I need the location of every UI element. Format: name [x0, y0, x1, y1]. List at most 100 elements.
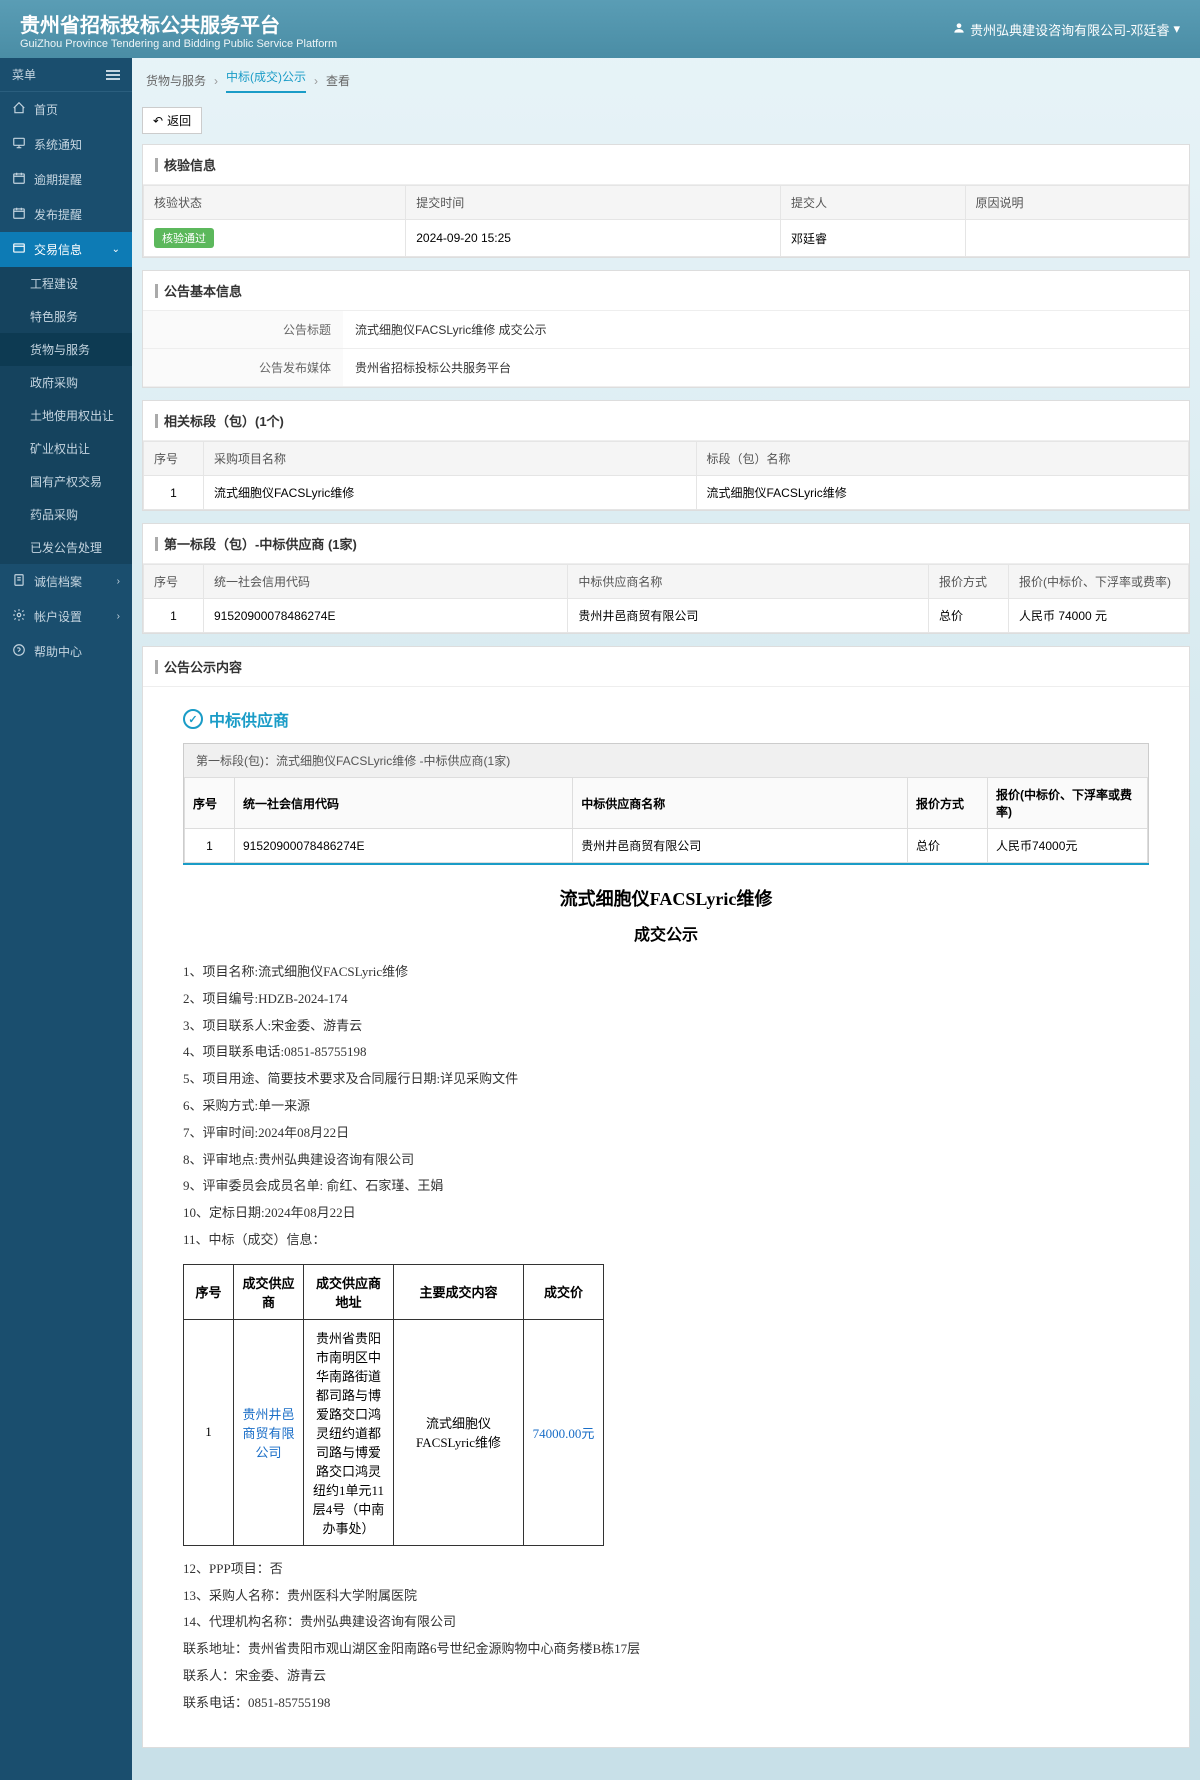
th: 报价(中标价、下浮率或费率) [1009, 565, 1189, 599]
main-content: 货物与服务 › 中标(成交)公示 › 查看 ↶ 返回 核验信息 核验状态 提交时… [132, 58, 1200, 1780]
th: 提交时间 [406, 186, 781, 220]
winner-panel: 第一标段（包）-中标供应商 (1家) 序号 统一社会信用代码 中标供应商名称 报… [142, 523, 1190, 634]
table-row: 核验通过 2024-09-20 15:25 邓廷睿 [144, 220, 1189, 257]
nav-home[interactable]: 首页 [0, 92, 132, 127]
th: 统一社会信用代码 [204, 565, 568, 599]
calendar-icon [12, 206, 26, 223]
sidebar-header: 菜单 [0, 58, 132, 92]
sub-medicine[interactable]: 药品采购 [0, 498, 132, 531]
nav-notifications[interactable]: 系统通知 [0, 127, 132, 162]
cell: 总价 [908, 829, 988, 863]
table-row: 1 流式细胞仪FACSLyric维修 流式细胞仪FACSLyric维修 [144, 476, 1189, 510]
panel-title: 公告基本信息 [164, 281, 242, 300]
list-item: 5、项目用途、简要技术要求及合同履行日期:详见采购文件 [183, 1066, 1149, 1093]
list-item: 4、项目联系电话:0851-85755198 [183, 1039, 1149, 1066]
info-label: 公告发布媒体 [143, 349, 343, 386]
cell: 贵州井邑商贸有限公司 [573, 829, 908, 863]
th: 序号 [144, 442, 204, 476]
list-item: 2、项目编号:HDZB-2024-174 [183, 986, 1149, 1013]
nav-label: 帮助中心 [34, 643, 82, 660]
table-row: 1 贵州井邑商贸有限公司 贵州省贵阳市南明区中华南路街道都司路与博爱路交口鸿灵纽… [184, 1319, 604, 1545]
sub-special[interactable]: 特色服务 [0, 300, 132, 333]
status-badge: 核验通过 [154, 228, 214, 248]
panel-title: 相关标段（包）(1个) [164, 411, 284, 430]
th: 序号 [184, 1264, 234, 1319]
cell-price: 74000.00元 [524, 1319, 604, 1545]
nav-publish[interactable]: 发布提醒 [0, 197, 132, 232]
hamburger-icon[interactable] [106, 70, 120, 80]
th: 原因说明 [965, 186, 1188, 220]
nav-account[interactable]: 帐户设置 › [0, 599, 132, 634]
sub-engineering[interactable]: 工程建设 [0, 267, 132, 300]
cell: 流式细胞仪FACSLyric维修 [696, 476, 1189, 510]
cell: 1 [144, 476, 204, 510]
nav-credit[interactable]: 诚信档案 › [0, 564, 132, 599]
table-row: 1 91520900078486274E 贵州井邑商贸有限公司 总价 人民币74… [185, 829, 1148, 863]
nav-sub-list: 工程建设 特色服务 货物与服务 政府采购 土地使用权出让 矿业权出让 国有产权交… [0, 267, 132, 564]
sub-land[interactable]: 土地使用权出让 [0, 399, 132, 432]
sidebar: 菜单 首页 系统通知 逾期提醒 发布提醒 交易信息 ⌄ 工程建设 特色服务 货物… [0, 58, 132, 1780]
crumb-goods[interactable]: 货物与服务 [146, 72, 206, 89]
supplier-title: ✓ 中标供应商 [183, 707, 1149, 731]
user-menu[interactable]: 贵州弘典建设咨询有限公司-邓廷睿 ▾ [952, 20, 1180, 39]
chevron-right-icon: › [117, 611, 120, 622]
list-item: 8、评审地点:贵州弘典建设咨询有限公司 [183, 1147, 1149, 1174]
info-label: 公告标题 [143, 311, 343, 348]
platform-title: 贵州省招标投标公共服务平台 [20, 9, 337, 38]
back-icon: ↶ [153, 114, 163, 128]
cell: 1 [184, 1319, 234, 1545]
monitor-icon [12, 136, 26, 153]
cell: 人民币74000元 [988, 829, 1148, 863]
sub-state[interactable]: 国有产权交易 [0, 465, 132, 498]
gear-icon [12, 608, 26, 625]
nav-overdue[interactable]: 逾期提醒 [0, 162, 132, 197]
cell-supplier-link[interactable]: 贵州井邑商贸有限公司 [234, 1319, 304, 1545]
sections-panel: 相关标段（包）(1个) 序号 采购项目名称 标段（包）名称 1 流式细胞仪FAC… [142, 400, 1190, 511]
th: 统一社会信用代码 [235, 778, 573, 829]
verify-panel: 核验信息 核验状态 提交时间 提交人 原因说明 核验通过 2024-09-20 … [142, 144, 1190, 258]
back-button[interactable]: ↶ 返回 [142, 107, 202, 134]
sub-mining[interactable]: 矿业权出让 [0, 432, 132, 465]
nav-help[interactable]: 帮助中心 [0, 634, 132, 669]
cell-time: 2024-09-20 15:25 [406, 220, 781, 257]
home-icon [12, 101, 26, 118]
list-item: 联系人：宋金委、游青云 [183, 1663, 1149, 1690]
th: 报价方式 [929, 565, 1009, 599]
cell: 1 [144, 599, 204, 633]
th: 报价方式 [908, 778, 988, 829]
th: 成交供应商 [234, 1264, 304, 1319]
th: 主要成交内容 [394, 1264, 524, 1319]
info-value: 贵州省招标投标公共服务平台 [343, 349, 1189, 386]
sub-gov[interactable]: 政府采购 [0, 366, 132, 399]
list-item: 9、评审委员会成员名单: 俞红、石家瑾、王娟 [183, 1173, 1149, 1200]
cell: 贵州省贵阳市南明区中华南路街道都司路与博爱路交口鸿灵纽约道都司路与博爱路交口鸿灵… [304, 1319, 394, 1545]
cell: 总价 [929, 599, 1009, 633]
deal-table: 序号 成交供应商 成交供应商地址 主要成交内容 成交价 1 贵州井邑商贸有限公司… [183, 1264, 604, 1546]
sub-published[interactable]: 已发公告处理 [0, 531, 132, 564]
th: 中标供应商名称 [573, 778, 908, 829]
check-circle-icon: ✓ [183, 709, 203, 729]
th: 标段（包）名称 [696, 442, 1189, 476]
crumb-view[interactable]: 查看 [326, 72, 350, 89]
nav-transaction[interactable]: 交易信息 ⌄ [0, 232, 132, 267]
info-row: 公告发布媒体 贵州省招标投标公共服务平台 [143, 349, 1189, 387]
calendar-icon [12, 171, 26, 188]
supplier-table: 序号 统一社会信用代码 中标供应商名称 报价方式 报价(中标价、下浮率或费率) … [184, 777, 1148, 863]
list-item: 3、项目联系人:宋金委、游青云 [183, 1013, 1149, 1040]
nav-label: 帐户设置 [34, 608, 82, 625]
nav-label: 诚信档案 [34, 573, 82, 590]
cell: 91520900078486274E [204, 599, 568, 633]
cell: 贵州井邑商贸有限公司 [568, 599, 929, 633]
verify-table: 核验状态 提交时间 提交人 原因说明 核验通过 2024-09-20 15:25… [143, 185, 1189, 257]
platform-subtitle: GuiZhou Province Tendering and Bidding P… [20, 38, 337, 50]
panel-title: 核验信息 [164, 155, 216, 174]
folder-icon [12, 241, 26, 258]
cell: 流式细胞仪FACSLyric维修 [394, 1319, 524, 1545]
announcement-body: 流式细胞仪FACSLyric维修 成交公示 1、项目名称:流式细胞仪FACSLy… [183, 865, 1149, 1727]
sub-goods[interactable]: 货物与服务 [0, 333, 132, 366]
crumb-announcement[interactable]: 中标(成交)公示 [226, 68, 306, 93]
supplier-title-text: 中标供应商 [209, 707, 289, 731]
nav-label: 交易信息 [34, 241, 82, 258]
chevron-right-icon: › [117, 576, 120, 587]
table-row: 1 91520900078486274E 贵州井邑商贸有限公司 总价 人民币 7… [144, 599, 1189, 633]
